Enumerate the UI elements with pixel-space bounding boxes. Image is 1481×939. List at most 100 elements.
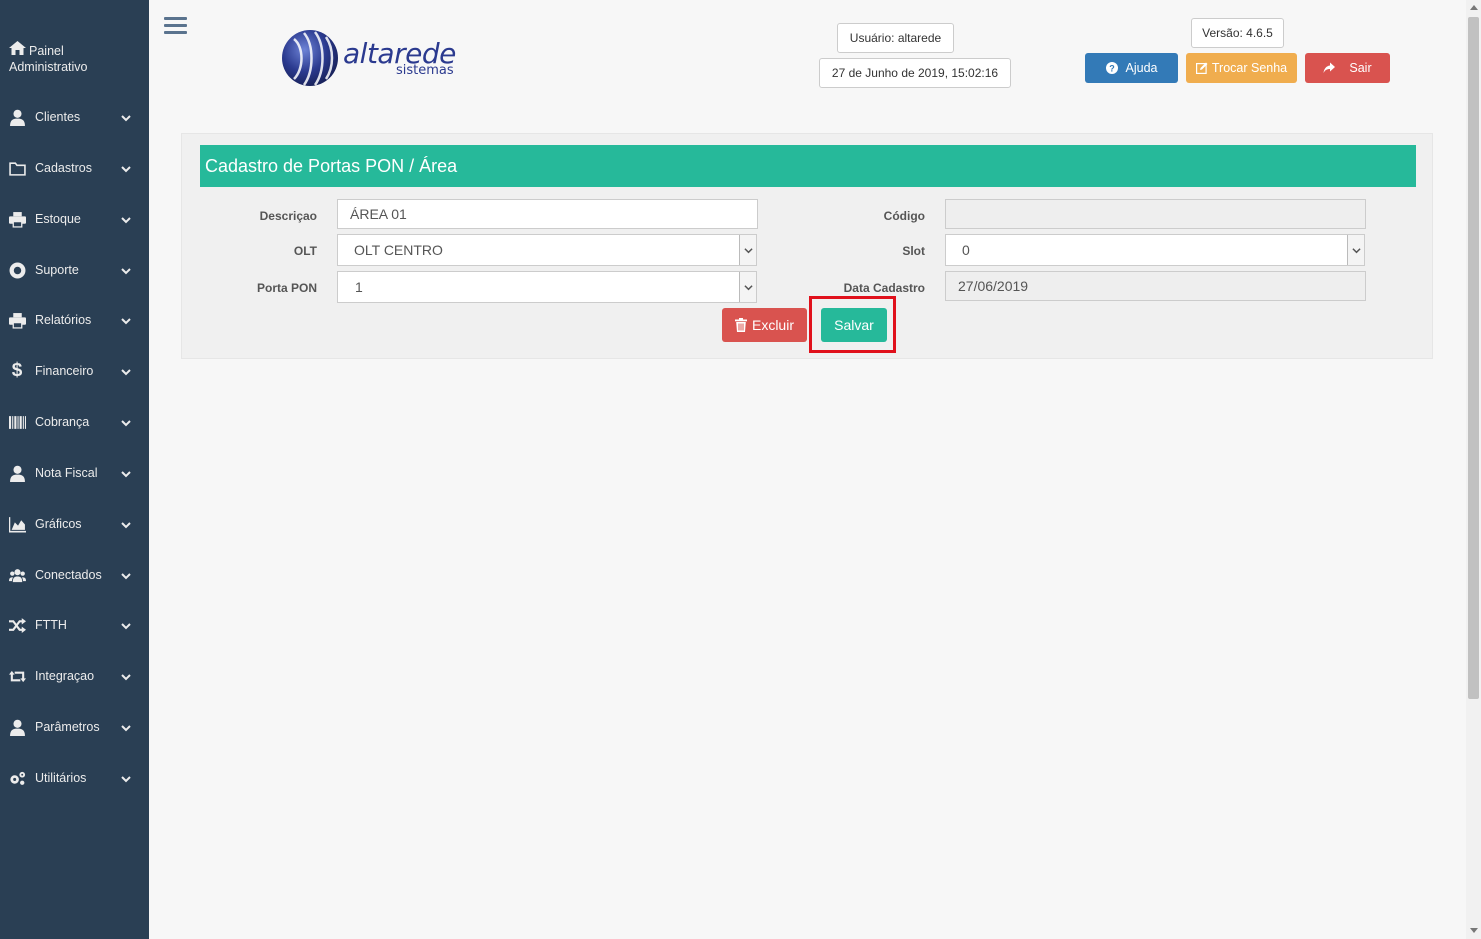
sidebar-item-relatorios[interactable]: Relatórios (0, 305, 149, 335)
sidebar-item-suporte[interactable]: Suporte (0, 255, 149, 285)
menu-icon-bar (164, 17, 187, 20)
sidebar-item-label: Relatórios (35, 313, 92, 327)
print-icon (8, 210, 26, 228)
sidebar-item-label: Cadastros (35, 161, 92, 175)
svg-text:?: ? (1109, 64, 1115, 74)
dollar-icon: $ (11, 360, 23, 381)
porta-pon-select-value: 1 (355, 279, 363, 295)
descricao-label: Descriçao (259, 209, 317, 223)
page-scrollbar[interactable] (1466, 0, 1481, 939)
edit-icon (1195, 62, 1208, 74)
slot-select-value: 0 (962, 242, 970, 258)
data-cadastro-label: Data Cadastro (843, 281, 925, 295)
datetime-display: 27 de Junho de 2019, 15:02:16 (819, 58, 1011, 88)
sidebar-item-conectados[interactable]: Conectados (0, 560, 149, 590)
sidebar-item-label: Cobrança (35, 415, 90, 429)
slot-select[interactable]: 0 (945, 234, 1365, 266)
chevron-down-icon (1347, 235, 1364, 265)
question-circle-icon: ? (1105, 62, 1118, 74)
sidebar-item-label: Integraçao (35, 669, 95, 683)
sidebar-item-cadastros[interactable]: Cadastros (0, 153, 149, 183)
area-chart-icon (8, 515, 26, 533)
chevron-down-icon (121, 315, 131, 325)
chevron-down-icon (121, 570, 131, 580)
sidebar-item-financeiro[interactable]: $ Financeiro (0, 356, 149, 386)
random-icon (8, 616, 26, 634)
chevron-down-icon (121, 671, 131, 681)
sidebar-item-label: Nota Fiscal (35, 466, 98, 480)
sidebar-item-estoque[interactable]: Estoque (0, 204, 149, 234)
olt-select[interactable]: OLT CENTRO (337, 234, 757, 266)
logo-subtext: sistemas (396, 63, 454, 78)
sidebar-item-integracao[interactable]: Integraçao (0, 661, 149, 691)
version-display: Versão: 4.6.5 (1191, 18, 1284, 48)
sidebar-item-label: Suporte (35, 263, 79, 277)
save-button-label: Salvar (834, 317, 874, 333)
porta-pon-label: Porta PON (256, 281, 317, 295)
chevron-down-icon (739, 272, 756, 302)
folder-icon (8, 159, 26, 177)
delete-button-label: Excluir (751, 317, 794, 333)
change-password-button[interactable]: Trocar Senha (1186, 53, 1297, 83)
sidebar-item-label: Utilitários (35, 771, 87, 785)
sidebar-home-link[interactable]: Painel Administrativo (9, 41, 139, 75)
share-icon (1323, 62, 1336, 73)
codigo-label: Código (883, 209, 925, 223)
chevron-down-icon (121, 163, 131, 173)
logo: altarede sistemas (280, 27, 470, 89)
porta-pon-select[interactable]: 1 (337, 271, 757, 303)
sidebar-item-label: Financeiro (35, 364, 94, 378)
sidebar-item-parametros[interactable]: Parâmetros (0, 712, 149, 742)
home-icon (9, 41, 29, 59)
life-ring-icon (8, 261, 26, 279)
user-icon (8, 464, 26, 482)
user-icon (8, 108, 26, 126)
descricao-input[interactable]: ÁREA 01 (337, 199, 758, 229)
codigo-input[interactable] (945, 199, 1366, 229)
slot-label: Slot (902, 244, 925, 258)
menu-icon-bar (164, 24, 187, 27)
sidebar-item-cobranca[interactable]: Cobrança (0, 407, 149, 437)
chevron-down-icon (121, 620, 131, 630)
scroll-down-icon[interactable] (1470, 928, 1478, 933)
sidebar-home-label-1: Painel (29, 44, 64, 58)
scroll-up-icon[interactable] (1470, 5, 1478, 10)
chevron-down-icon (121, 773, 131, 783)
logo-globe-icon (282, 30, 338, 86)
sidebar-item-ftth[interactable]: FTTH (0, 610, 149, 640)
delete-button[interactable]: Excluir (722, 308, 807, 342)
chevron-down-icon (121, 366, 131, 376)
user-icon (8, 718, 26, 736)
chevron-down-icon (121, 112, 131, 122)
help-button-label: Ajuda (1125, 61, 1158, 75)
chevron-down-icon (121, 265, 131, 275)
chevron-down-icon (121, 519, 131, 529)
exit-button-label: Sair (1349, 61, 1372, 75)
panel-title: Cadastro de Portas PON / Área (200, 145, 1416, 187)
chevron-down-icon (121, 468, 131, 478)
retweet-icon (8, 667, 26, 685)
users-icon (8, 566, 26, 584)
user-display: Usuário: altarede (837, 23, 954, 53)
olt-label: OLT (293, 244, 317, 258)
sidebar-item-nota-fiscal[interactable]: Nota Fiscal (0, 458, 149, 488)
menu-toggle-button[interactable] (164, 17, 187, 37)
change-password-button-label: Trocar Senha (1211, 61, 1288, 75)
sidebar-item-utilitarios[interactable]: Utilitários (0, 763, 149, 793)
chevron-down-icon (121, 214, 131, 224)
sidebar-item-label: Clientes (35, 110, 81, 124)
chevron-down-icon (121, 722, 131, 732)
sidebar-item-label: FTTH (35, 618, 67, 632)
data-cadastro-input[interactable]: 27/06/2019 (945, 271, 1366, 301)
chevron-down-icon (739, 235, 756, 265)
sidebar-item-graficos[interactable]: Gráficos (0, 509, 149, 539)
scroll-thumb[interactable] (1468, 17, 1479, 699)
menu-icon-bar (164, 31, 187, 34)
barcode-icon (8, 413, 26, 431)
sidebar-item-clientes[interactable]: Clientes (0, 102, 149, 132)
save-button[interactable]: Salvar (821, 308, 887, 342)
exit-button[interactable]: Sair (1305, 53, 1390, 83)
help-button[interactable]: ? Ajuda (1085, 53, 1178, 83)
olt-select-value: OLT CENTRO (354, 242, 443, 258)
chevron-down-icon (121, 417, 131, 427)
